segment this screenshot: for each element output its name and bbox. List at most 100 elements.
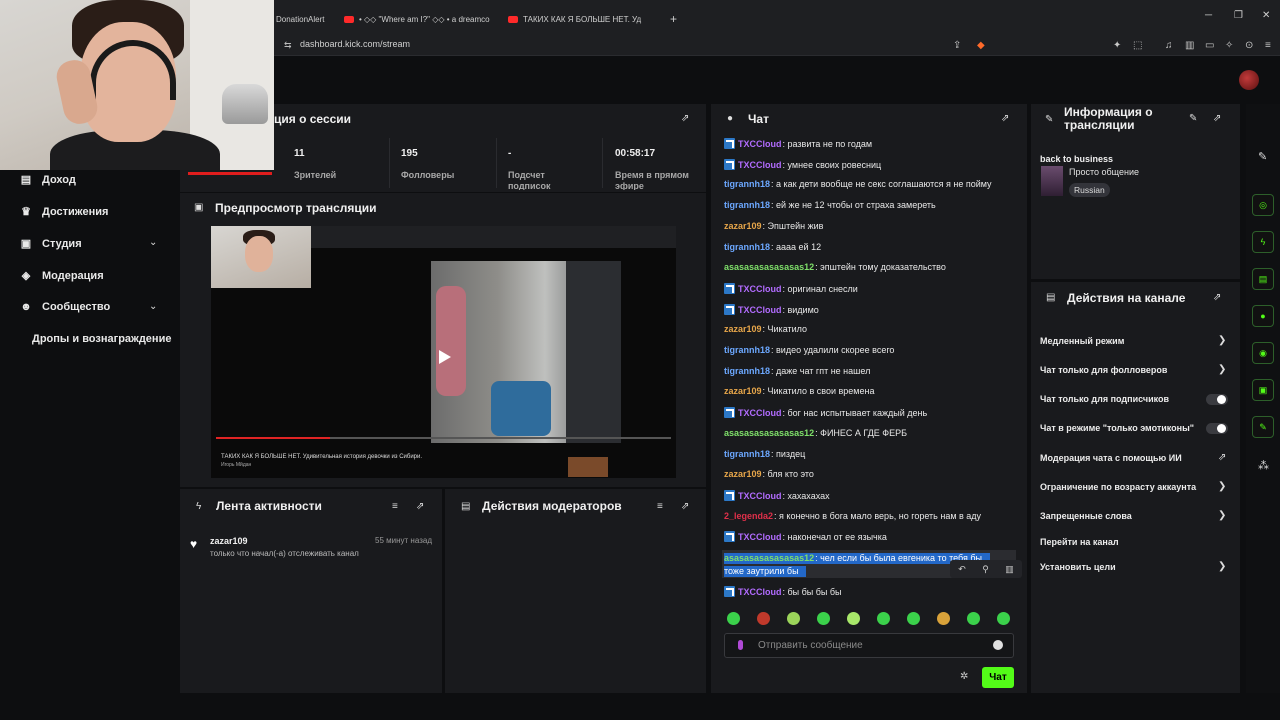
chat-username[interactable]: TXCCloud [738,284,782,294]
music-icon[interactable]: ♫ [1165,40,1173,51]
pen-icon[interactable]: ✎ [1258,150,1267,163]
site-info-icon[interactable]: ⇆ [284,40,292,51]
brave-shield-icon[interactable]: ◆ [977,40,985,51]
chat-username[interactable]: tigrannh18 [724,449,770,459]
share-icon[interactable]: ⇪ [953,40,961,51]
rail-document-icon[interactable]: ▤ [1252,268,1274,290]
emote-icon[interactable] [907,612,920,625]
chevron-right-icon[interactable]: ❯ [1218,335,1226,346]
minimize-icon[interactable]: ─ [1205,10,1212,21]
chat-username[interactable]: tigrannh18 [724,345,770,355]
chat-username[interactable]: tigrannh18 [724,200,770,210]
rail-actions-icon[interactable]: ▣ [1252,379,1274,401]
emote-icon[interactable] [997,612,1010,625]
toggle-switch[interactable] [1206,423,1228,434]
url-field[interactable]: dashboard.kick.com/stream [300,39,410,49]
emote-icon[interactable] [967,612,980,625]
extensions-icon[interactable]: ✦ [1113,40,1121,51]
sidebar-item-studio[interactable]: ▣ Студия [20,237,82,251]
send-chat-button[interactable]: Чат [982,667,1014,688]
channel-action-row[interactable]: Медленный режим [1040,336,1124,346]
chat-username[interactable]: TXCCloud [738,139,782,149]
channel-action-row[interactable]: Чат только для фолловеров [1040,365,1167,375]
chat-username[interactable]: zazar109 [724,324,762,334]
sidebar-item-drops[interactable]: Дропы и вознаграждение [32,333,171,345]
emote-icon[interactable] [877,612,890,625]
chat-username[interactable]: tigrannh18 [724,242,770,252]
chat-username[interactable]: asasasasasasasas12 [724,553,814,563]
sidebar-icon[interactable]: ▥ [1185,40,1194,51]
chevron-right-icon[interactable]: ❯ [1218,561,1226,572]
activity-user[interactable]: zazar109 [210,536,248,546]
menu-icon[interactable]: ≡ [1265,40,1271,51]
channel-action-row[interactable]: Установить цели [1040,562,1116,572]
emote-icon[interactable] [727,612,740,625]
rail-lightning-icon[interactable]: ϟ [1252,231,1274,253]
reply-icon[interactable]: ↶ [958,564,966,575]
emote-icon[interactable] [937,612,950,625]
vpn-icon[interactable]: ⊙ [1245,40,1253,51]
wallet-icon[interactable]: ▭ [1205,40,1214,51]
emote-icon[interactable] [847,612,860,625]
chat-username[interactable]: 2_legenda2 [724,511,773,521]
filter-icon[interactable]: ≡ [392,501,398,512]
chat-username[interactable]: TXCCloud [738,587,782,597]
play-icon[interactable] [439,350,451,364]
chat-username[interactable]: TXCCloud [738,408,782,418]
microphone-icon[interactable] [738,640,743,650]
chat-username[interactable]: TXCCloud [738,160,782,170]
avatar[interactable] [1239,70,1259,90]
chat-username[interactable]: TXCCloud [738,532,782,542]
edit-icon[interactable]: ✎ [1189,113,1197,124]
rail-camera-icon[interactable]: ◎ [1252,194,1274,216]
chat-username[interactable]: tigrannh18 [724,366,770,376]
download-icon[interactable]: ⬚ [1133,40,1142,51]
channel-action-row[interactable]: Ограничение по возрасту аккаунта [1040,482,1196,492]
popout-icon[interactable]: ⇗ [416,501,424,512]
add-widget-icon[interactable]: ⁂ [1258,459,1269,472]
popout-icon[interactable]: ⇗ [681,501,689,512]
chat-username[interactable]: zazar109 [724,221,762,231]
pin-icon[interactable]: ⚲ [982,564,989,575]
rail-wrench-icon[interactable]: ✎ [1252,416,1274,438]
chat-username[interactable]: asasasasasasasas12 [724,428,814,438]
chevron-down-icon[interactable]: ⌄ [149,301,157,312]
gear-icon[interactable]: ✲ [960,671,968,682]
chevron-right-icon[interactable]: ❯ [1218,364,1226,375]
chat-username[interactable]: TXCCloud [738,491,782,501]
emote-icon[interactable] [787,612,800,625]
emoji-icon[interactable] [993,640,1003,650]
ai-icon[interactable]: ✧ [1225,40,1233,51]
new-tab-button[interactable]: + [670,8,677,30]
channel-action-row[interactable]: Чат только для подписчиков [1040,394,1169,404]
stream-preview-video[interactable]: ТАКИХ КАК Я БОЛЬШЕ НЕТ. Удивительная ист… [211,226,676,478]
tab-donationalerts[interactable]: DonationAlert [276,8,332,30]
close-icon[interactable]: ✕ [1262,10,1270,21]
tab-active-video[interactable]: ТАКИХ КАК Я БОЛЬШЕ НЕТ. Уд [508,8,660,30]
toggle-switch[interactable] [1206,394,1228,405]
chat-username[interactable]: tigrannh18 [724,179,770,189]
channel-action-row[interactable]: Чат в режиме "только эмотиконы" [1040,423,1194,433]
filter-icon[interactable]: ≡ [657,501,663,512]
chat-username[interactable]: zazar109 [724,386,762,396]
emote-icon[interactable] [817,612,830,625]
delete-icon[interactable]: ▥ [1005,564,1014,575]
chat-username[interactable]: zazar109 [724,469,762,479]
popout-icon[interactable]: ⇗ [1213,113,1221,124]
external-link-icon[interactable]: ⇗ [1218,452,1226,463]
emote-icon[interactable] [757,612,770,625]
chat-username[interactable]: TXCCloud [738,305,782,315]
popout-icon[interactable]: ⇗ [681,113,689,124]
popout-icon[interactable]: ⇗ [1001,113,1009,124]
sidebar-item-community[interactable]: ☻ Сообщество [20,301,110,313]
channel-action-row[interactable]: Модерация чата с помощью ИИ [1040,453,1182,463]
popout-icon[interactable]: ⇗ [1213,292,1221,303]
chevron-right-icon[interactable]: ❯ [1218,510,1226,521]
tab-where-am-i[interactable]: • ◇◇ "Where am I?" ◇◇ • a dreamco [344,8,496,30]
maximize-icon[interactable]: ❐ [1234,10,1243,21]
sidebar-item-moderation[interactable]: ◈ Модерация [20,269,104,283]
channel-action-row[interactable]: Запрещенные слова [1040,511,1132,521]
chevron-right-icon[interactable]: ❯ [1218,481,1226,492]
chat-username[interactable]: asasasasasasasas12 [724,262,814,272]
sidebar-item-income[interactable]: ▤ Доход [20,173,76,187]
